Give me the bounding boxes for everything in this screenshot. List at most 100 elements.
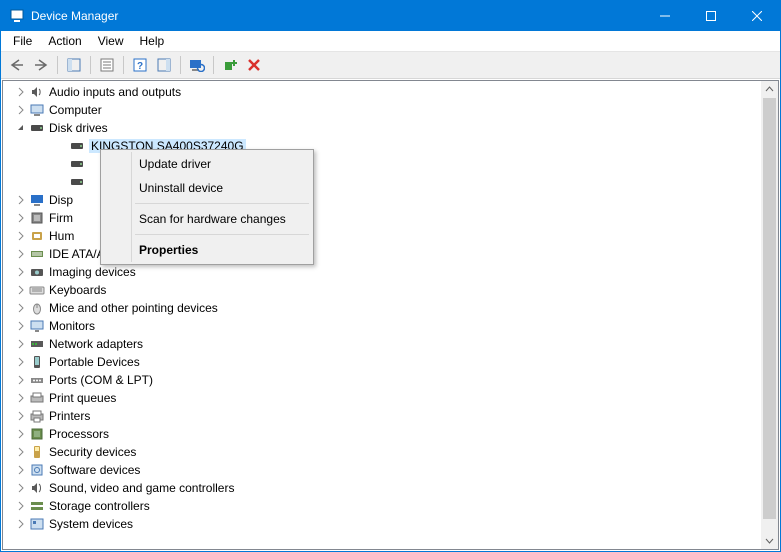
expand-icon[interactable]	[13, 249, 29, 259]
disk-icon	[69, 156, 85, 172]
context-separator	[135, 203, 309, 204]
expand-icon[interactable]	[13, 447, 29, 457]
add-hardware-wizard-button[interactable]	[218, 54, 241, 76]
toolbar: ?	[1, 52, 780, 79]
svg-text:?: ?	[136, 61, 142, 72]
tree-category[interactable]: Sound, video and game controllers	[3, 479, 761, 497]
expand-icon[interactable]	[13, 465, 29, 475]
tree-label: Monitors	[49, 319, 95, 333]
expand-icon[interactable]	[13, 429, 29, 439]
sound-icon	[29, 480, 45, 496]
back-button[interactable]	[5, 54, 28, 76]
maximize-button[interactable]	[688, 1, 734, 31]
tree-category[interactable]: Printers	[3, 407, 761, 425]
printqueue-icon	[29, 390, 45, 406]
context-update-driver[interactable]: Update driver	[103, 152, 311, 176]
menu-bar: File Action View Help	[1, 31, 780, 52]
tree-category[interactable]: Processors	[3, 425, 761, 443]
computer-icon	[29, 102, 45, 118]
portable-icon	[29, 354, 45, 370]
tree-label: Ports (COM & LPT)	[49, 373, 153, 387]
expand-icon[interactable]	[13, 375, 29, 385]
context-menu: Update driver Uninstall device Scan for …	[100, 149, 314, 265]
tree-label: System devices	[49, 517, 133, 531]
tree-category[interactable]: Print queues	[3, 389, 761, 407]
tree-category[interactable]: Network adapters	[3, 335, 761, 353]
scan-hardware-button[interactable]	[185, 54, 208, 76]
security-icon	[29, 444, 45, 460]
tree-category[interactable]: Computer	[3, 101, 761, 119]
expand-icon[interactable]	[13, 519, 29, 529]
printer-icon	[29, 408, 45, 424]
menu-file[interactable]: File	[5, 32, 40, 50]
expand-icon[interactable]	[13, 267, 29, 277]
help-button[interactable]: ?	[128, 54, 151, 76]
tree-label: Network adapters	[49, 337, 143, 351]
tree-category[interactable]: Ports (COM & LPT)	[3, 371, 761, 389]
context-separator	[135, 234, 309, 235]
tree-category[interactable]: Portable Devices	[3, 353, 761, 371]
forward-button[interactable]	[29, 54, 52, 76]
context-properties[interactable]: Properties	[103, 238, 311, 262]
tree-label: Audio inputs and outputs	[49, 85, 181, 99]
expand-icon[interactable]	[13, 195, 29, 205]
properties-button[interactable]	[95, 54, 118, 76]
minimize-button[interactable]	[642, 1, 688, 31]
tree-category[interactable]: Audio inputs and outputs	[3, 83, 761, 101]
tree-category[interactable]: System devices	[3, 515, 761, 533]
expand-icon[interactable]	[13, 303, 29, 313]
scroll-up-button[interactable]	[761, 81, 778, 98]
tree-category[interactable]: Mice and other pointing devices	[3, 299, 761, 317]
menu-help[interactable]: Help	[132, 32, 173, 50]
expand-icon[interactable]	[13, 501, 29, 511]
expand-icon[interactable]	[13, 231, 29, 241]
imaging-icon	[29, 264, 45, 280]
display-icon	[29, 192, 45, 208]
uninstall-device-button[interactable]	[242, 54, 265, 76]
expand-icon[interactable]	[13, 393, 29, 403]
action-pane-button[interactable]	[152, 54, 175, 76]
close-button[interactable]	[734, 1, 780, 31]
keyboard-icon	[29, 282, 45, 298]
vertical-scrollbar[interactable]	[761, 81, 778, 549]
context-scan-hardware[interactable]: Scan for hardware changes	[103, 207, 311, 231]
disk-icon	[29, 120, 45, 136]
app-icon	[9, 8, 25, 24]
hid-icon	[29, 228, 45, 244]
expand-icon[interactable]	[13, 213, 29, 223]
tree-label: Disp	[49, 193, 73, 207]
window-title: Device Manager	[31, 9, 118, 23]
menu-action[interactable]: Action	[40, 32, 89, 50]
expand-icon[interactable]	[13, 87, 29, 97]
expand-icon[interactable]	[13, 483, 29, 493]
tree-category[interactable]: Disk drives	[3, 119, 761, 137]
tree-category[interactable]: Storage controllers	[3, 497, 761, 515]
tree-category[interactable]: Keyboards	[3, 281, 761, 299]
tree-category[interactable]: Security devices	[3, 443, 761, 461]
context-uninstall-device[interactable]: Uninstall device	[103, 176, 311, 200]
system-icon	[29, 516, 45, 532]
monitor-icon	[29, 318, 45, 334]
expand-icon[interactable]	[13, 339, 29, 349]
tree-label: Processors	[49, 427, 109, 441]
collapse-icon[interactable]	[13, 123, 29, 133]
scroll-thumb[interactable]	[763, 98, 776, 519]
tree-label: Keyboards	[49, 283, 106, 297]
tree-category[interactable]: Imaging devices	[3, 263, 761, 281]
expand-icon[interactable]	[13, 411, 29, 421]
tree-category[interactable]: Software devices	[3, 461, 761, 479]
tree-label: Imaging devices	[49, 265, 136, 279]
scroll-down-button[interactable]	[761, 532, 778, 549]
expand-icon[interactable]	[13, 105, 29, 115]
show-hide-console-button[interactable]	[62, 54, 85, 76]
expand-icon[interactable]	[13, 357, 29, 367]
expand-icon[interactable]	[13, 285, 29, 295]
firmware-icon	[29, 210, 45, 226]
tree-label: Security devices	[49, 445, 136, 459]
software-icon	[29, 462, 45, 478]
menu-view[interactable]: View	[90, 32, 132, 50]
disk-icon	[69, 174, 85, 190]
disk-icon	[69, 138, 85, 154]
expand-icon[interactable]	[13, 321, 29, 331]
tree-category[interactable]: Monitors	[3, 317, 761, 335]
